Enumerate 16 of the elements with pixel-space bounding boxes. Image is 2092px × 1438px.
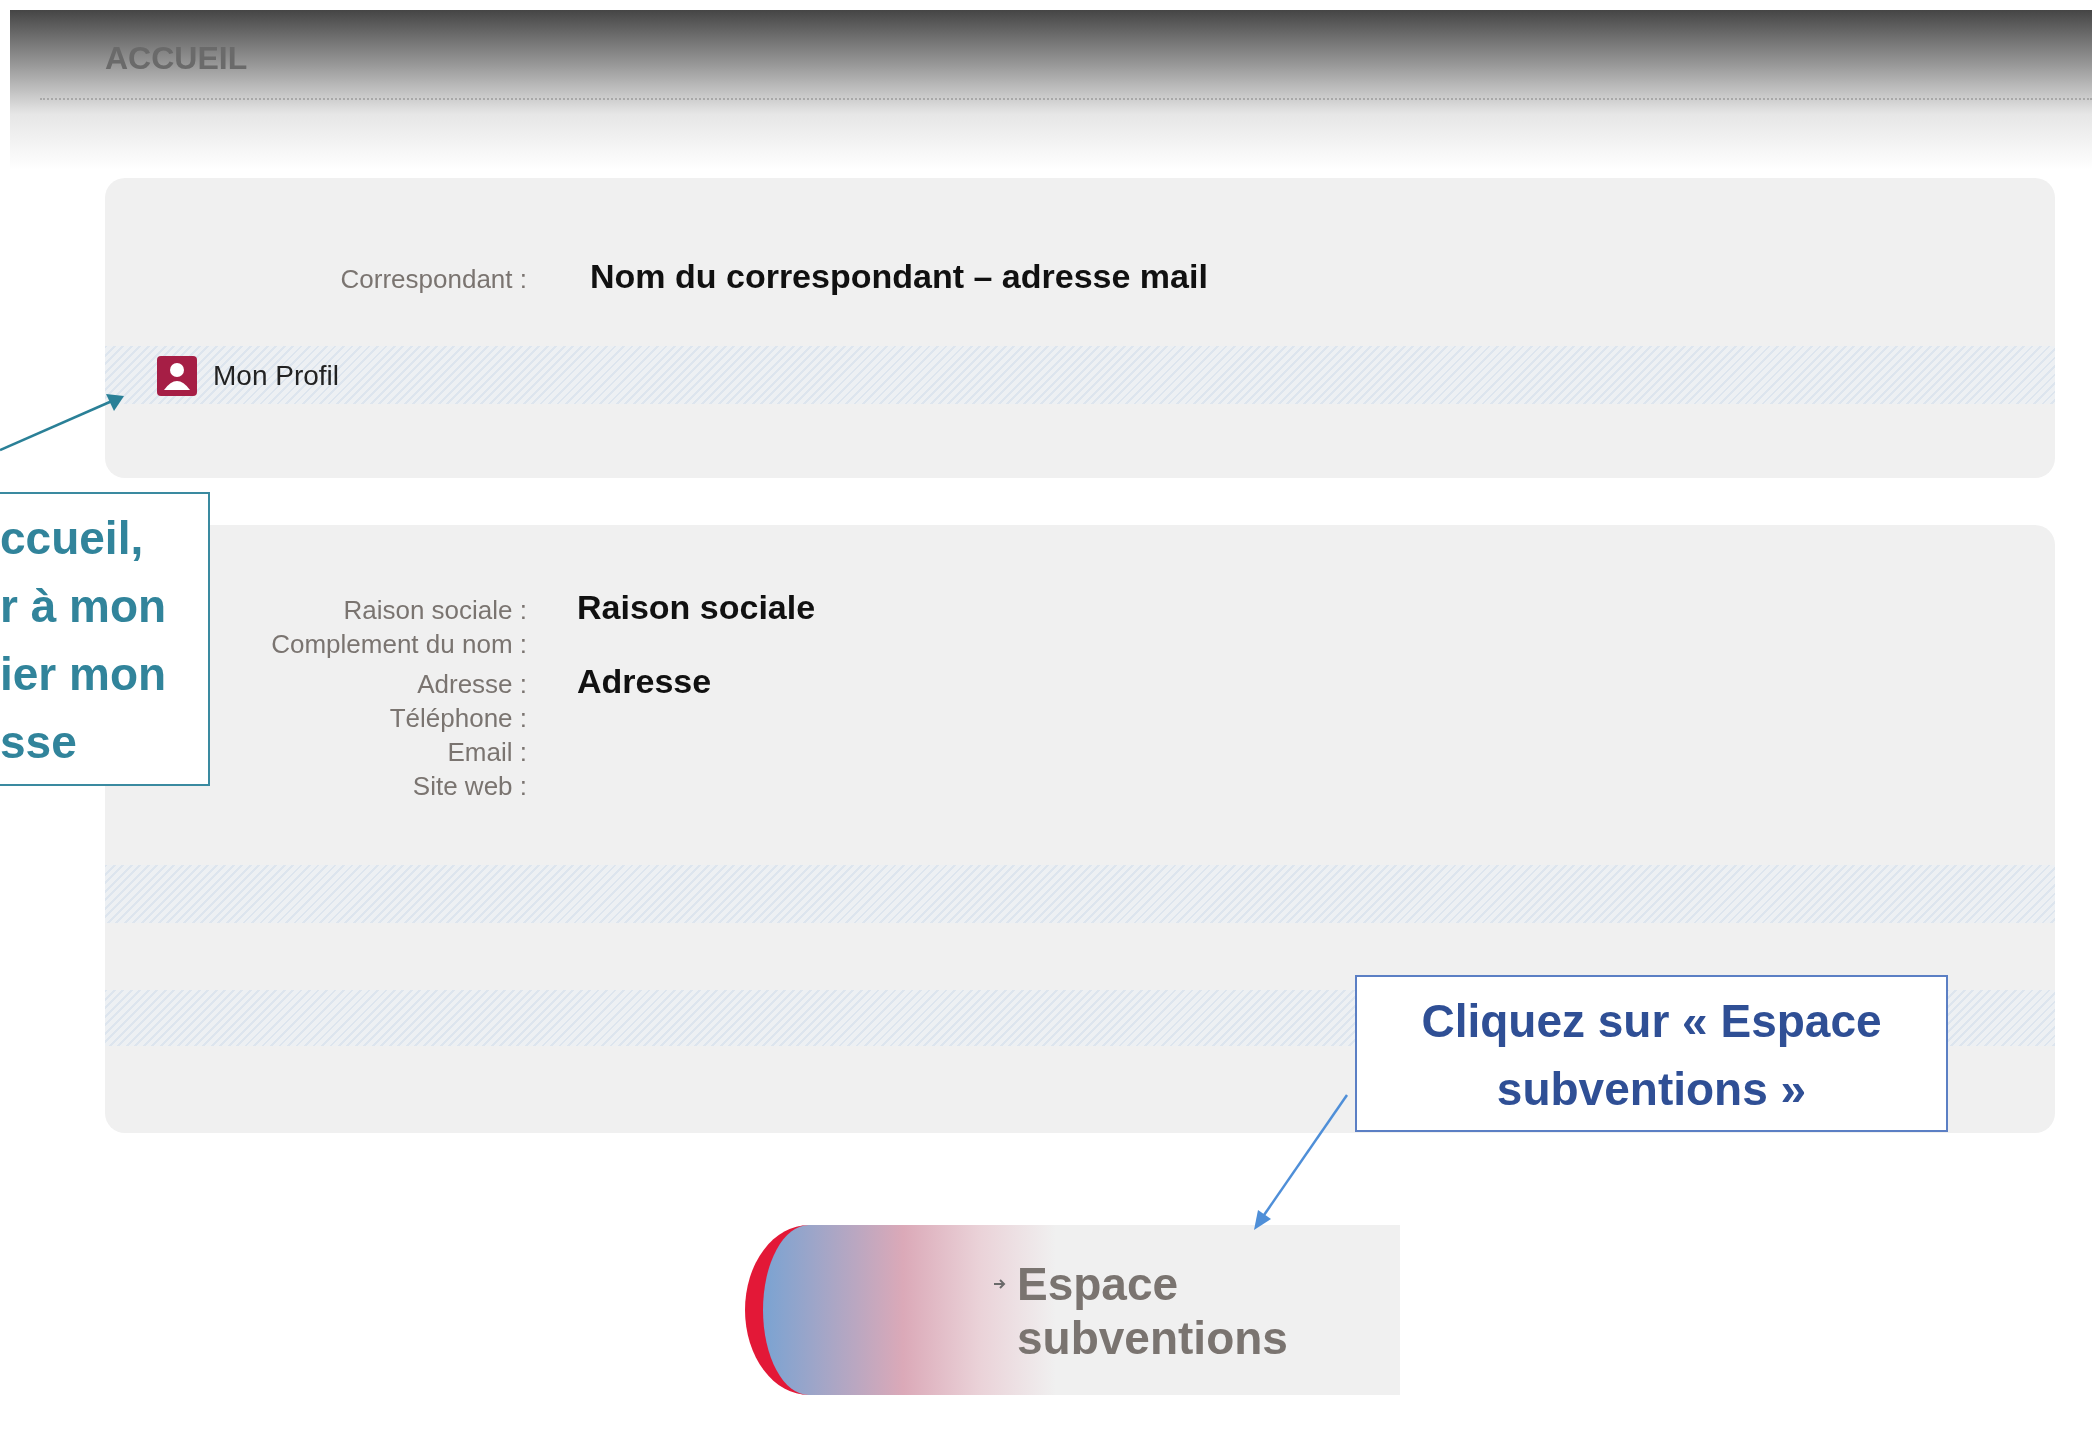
field-value: Adresse xyxy=(577,661,713,701)
user-icon xyxy=(157,356,197,396)
field-value: Nom du correspondant – adresse mail xyxy=(590,256,1209,296)
subsidies-button[interactable]: Espace subventions xyxy=(745,1225,1400,1395)
field-label: Email : xyxy=(447,736,527,769)
field-value: Raison sociale xyxy=(577,587,817,627)
arrow-icon xyxy=(993,1277,1007,1291)
profile-link[interactable]: Mon Profil xyxy=(157,356,340,396)
field-label: Complement du nom : xyxy=(271,628,527,661)
field-label: Site web : xyxy=(412,770,527,803)
callout-text: Cliquez sur « Espace subventions » xyxy=(1420,994,1883,1117)
field-label: Correspondant : xyxy=(340,263,527,296)
callout-text: ccueil, r à mon ier mon sse xyxy=(0,511,168,770)
field-label: Téléphone : xyxy=(389,702,527,735)
field-label: Raison sociale : xyxy=(343,594,527,627)
field-label: Adresse : xyxy=(417,668,527,701)
